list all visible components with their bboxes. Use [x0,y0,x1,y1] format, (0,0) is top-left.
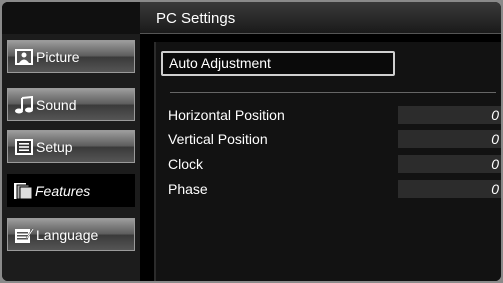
sound-icon [14,95,34,114]
menu-item-label: Picture [36,48,80,65]
menu-item-language[interactable]: Language [7,218,135,251]
menu-item-setup[interactable]: Setup [7,130,135,163]
setting-value: 0 [398,180,501,198]
settings-panel: Auto Adjustment Horizontal Position 0 Ve… [154,42,501,281]
setting-value: 0 [398,130,501,148]
setting-value: 0 [398,106,501,124]
setting-label: Horizontal Position [168,107,285,123]
language-icon [14,226,35,244]
setup-icon [14,138,34,156]
tv-screen: Picture Sound Setup Features Language PC… [2,2,501,281]
setting-label: Clock [168,156,204,172]
menu-item-label: Language [36,226,99,243]
setting-row-phase[interactable]: Phase 0 [168,180,501,198]
menu-item-sound[interactable]: Sound [7,88,135,121]
setting-row-clock[interactable]: Clock 0 [168,155,501,173]
menu-item-label: Setup [36,138,73,155]
setting-label: Vertical Position [168,131,268,147]
menu-item-label: Features [35,182,91,199]
sidebar-menu: Picture Sound Setup Features Language [2,2,140,281]
setting-row-vertical-position[interactable]: Vertical Position 0 [168,130,501,148]
divider [170,92,496,93]
picture-icon [14,48,34,66]
setting-label: Phase [168,181,208,197]
setting-value: 0 [398,155,501,173]
features-icon [13,182,33,200]
sidebar-header [2,2,140,34]
menu-item-features[interactable]: Features [7,174,135,207]
page-title: PC Settings [140,2,501,34]
menu-item-picture[interactable]: Picture [7,40,135,73]
menu-item-label: Sound [36,96,77,113]
setting-row-horizontal-position[interactable]: Horizontal Position 0 [168,106,501,124]
auto-adjustment-button[interactable]: Auto Adjustment [161,51,395,76]
